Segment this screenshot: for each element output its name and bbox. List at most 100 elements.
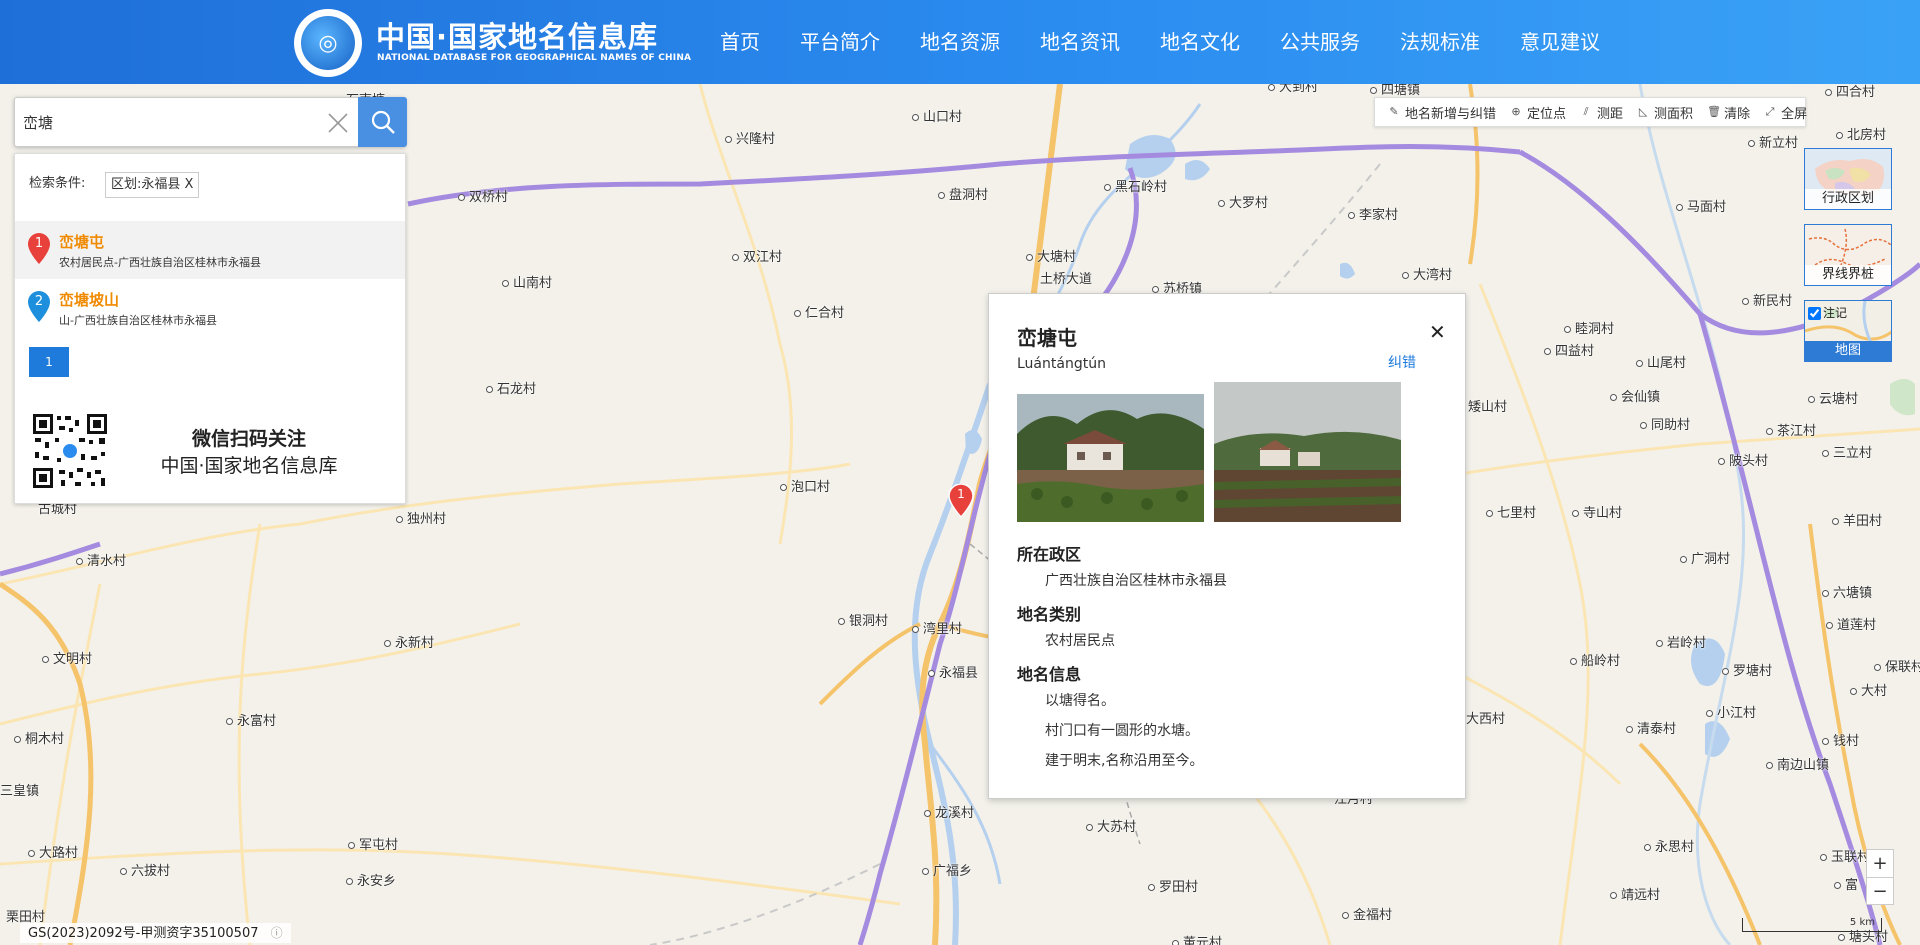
place-photo[interactable] — [1214, 382, 1401, 522]
map-label: 军屯村 — [348, 834, 398, 853]
nav-resources[interactable]: 地名资源 — [900, 0, 1020, 84]
map-label: 大村 — [1850, 680, 1887, 699]
pagination-page-1[interactable]: 1 — [29, 347, 69, 377]
map-label: 新民村 — [1742, 290, 1792, 309]
tool-measure-area[interactable]: ◺ 测面积 — [1630, 103, 1700, 122]
map-label: 玉联村 — [1820, 846, 1870, 865]
map-label: 山口村 — [912, 106, 962, 125]
nav-regulations[interactable]: 法规标准 — [1380, 0, 1500, 84]
map-marker[interactable]: 1 — [948, 484, 974, 518]
map-label: 大西村 — [1466, 712, 1506, 727]
nav-culture[interactable]: 地名文化 — [1140, 0, 1260, 84]
result-desc: 山-广西壮族自治区桂林市永福县 — [59, 314, 217, 327]
result-item[interactable]: 2 峦塘坡山 山-广西壮族自治区桂林市永福县 — [15, 279, 405, 337]
annotation-checkbox[interactable] — [1808, 307, 1821, 320]
layer-admin[interactable]: 行政区划 — [1804, 148, 1892, 210]
map-label: 龙溪村 — [924, 802, 974, 821]
zoom-control: + − — [1866, 849, 1894, 905]
place-popup: 峦塘屯 Luántángtún 纠错 ✕ 所在政区 广西壮族自治区桂林市永福县 … — [988, 293, 1466, 799]
map-label: 泡口村 — [780, 476, 830, 495]
layer-map[interactable]: 注记 地图 — [1804, 300, 1892, 362]
zoom-out-button[interactable]: − — [1867, 877, 1893, 904]
tool-locate[interactable]: ⊕ 定位点 — [1503, 103, 1573, 122]
clear-icon[interactable] — [325, 110, 351, 136]
search-button[interactable] — [358, 97, 407, 147]
fullscreen-icon: ⤢ — [1765, 105, 1775, 118]
type-heading: 地名类别 — [1017, 605, 1082, 624]
search-input[interactable] — [15, 98, 357, 146]
map-label: 永新村 — [384, 632, 434, 651]
site-subtitle: NATIONAL DATABASE FOR GEOGRAPHICAL NAMES… — [377, 53, 692, 63]
map-label: 石龙村 — [486, 378, 536, 397]
nav-feedback[interactable]: 意见建议 — [1500, 0, 1620, 84]
nav-services[interactable]: 公共服务 — [1260, 0, 1380, 84]
ruler-icon: ⫽ — [1583, 105, 1589, 118]
filter-label: 检索条件: — [29, 176, 86, 191]
map-label: 永福县 — [928, 662, 978, 681]
result-desc: 农村居民点-广西壮族自治区桂林市永福县 — [59, 256, 261, 269]
map-label: 道莲村 — [1826, 614, 1876, 633]
site-header: ◎ 中国·国家地名信息库 NATIONAL DATABASE FOR GEOGR… — [0, 0, 1920, 84]
map-label: 同助村 — [1640, 414, 1690, 433]
globe-icon: ◎ — [301, 16, 355, 70]
result-index: 1 — [34, 236, 44, 251]
result-title[interactable]: 峦塘坡山 — [59, 289, 119, 310]
map-toolbar: ✎ 地名新增与纠错 ⊕ 定位点 ⫽ 测距 ◺ 测面积 🗑 清除 ⤢ 全屏 — [1374, 97, 1807, 127]
map-label: 广洞村 — [1680, 548, 1730, 567]
map-label: 兴隆村 — [725, 128, 775, 147]
map-label: 罗田村 — [1148, 876, 1198, 895]
nav-about[interactable]: 平台简介 — [780, 0, 900, 84]
close-icon[interactable]: ✕ — [1429, 320, 1446, 344]
main-nav: 首页 平台简介 地名资源 地名资讯 地名文化 公共服务 法规标准 意见建议 — [700, 0, 1620, 84]
map-label: 南边山镇 — [1766, 754, 1829, 773]
tool-add-correct[interactable]: ✎ 地名新增与纠错 — [1381, 103, 1503, 122]
result-item[interactable]: 1 峦塘屯 农村居民点-广西壮族自治区桂林市永福县 — [15, 221, 405, 279]
map-label: 矮山村 — [1468, 400, 1508, 415]
map-label: 董元村 — [1172, 932, 1222, 945]
info-line: 以塘得名。 — [1045, 693, 1115, 709]
tool-fullscreen[interactable]: ⤢ 全屏 — [1757, 103, 1814, 122]
marker-number: 1 — [957, 487, 965, 501]
map-label: 富 — [1834, 874, 1858, 893]
site-logo[interactable]: ◎ — [294, 9, 362, 77]
filter-tag[interactable]: 区划:永福县 X — [105, 172, 200, 198]
map-label: 双江村 — [732, 246, 782, 265]
place-photo[interactable] — [1017, 394, 1204, 522]
type-value: 农村居民点 — [1045, 633, 1115, 649]
map-label: 四塘镇 — [1370, 84, 1420, 98]
tool-measure-distance[interactable]: ⫽ 测距 — [1573, 103, 1630, 122]
map-label: 双桥村 — [458, 186, 508, 205]
map-label: 金福村 — [1342, 904, 1392, 923]
correct-link[interactable]: 纠错 — [1388, 352, 1416, 372]
area-icon: ◺ — [1638, 105, 1648, 118]
map-label: 仁合村 — [794, 302, 844, 321]
map-label: 永富村 — [226, 710, 276, 729]
map-label: 山南村 — [502, 272, 552, 291]
map-label: 睦洞村 — [1564, 318, 1614, 337]
locate-icon: ⊕ — [1511, 105, 1521, 118]
annotation-toggle[interactable]: 注记 — [1808, 304, 1847, 321]
scale-bar: 5 km — [1742, 918, 1882, 932]
map-label: 小江村 — [1706, 702, 1756, 721]
tool-clear[interactable]: 🗑 清除 — [1700, 103, 1757, 122]
map-label: 大湾村 — [1402, 264, 1452, 283]
map-label: 盘洞村 — [938, 184, 988, 203]
info-icon[interactable]: ⓘ — [271, 926, 283, 940]
map-label: 靖远村 — [1610, 884, 1660, 903]
nav-news[interactable]: 地名资讯 — [1020, 0, 1140, 84]
map-label: 马面村 — [1676, 196, 1726, 215]
info-heading: 地名信息 — [1017, 665, 1082, 684]
qr-title: 微信扫码关注 — [191, 428, 306, 450]
search-results-panel: 检索条件: 区划:永福县 X 1 峦塘屯 农村居民点-广西壮族自治区桂林市永福县… — [14, 153, 406, 504]
nav-home[interactable]: 首页 — [700, 0, 780, 84]
map-label: 四合村 — [1825, 84, 1875, 100]
trash-icon: 🗑 — [1707, 105, 1722, 118]
layer-map-label: 地图 — [1805, 341, 1891, 361]
search-box — [14, 97, 407, 147]
layer-boundary[interactable]: 界线界桩 — [1804, 224, 1892, 286]
map-label: 黑石岭村 — [1104, 176, 1167, 195]
map-label: 桐木村 — [14, 728, 64, 747]
zoom-in-button[interactable]: + — [1867, 850, 1893, 877]
result-title[interactable]: 峦塘屯 — [59, 231, 104, 252]
qr-subtitle: 中国·国家地名信息库 — [160, 455, 338, 477]
